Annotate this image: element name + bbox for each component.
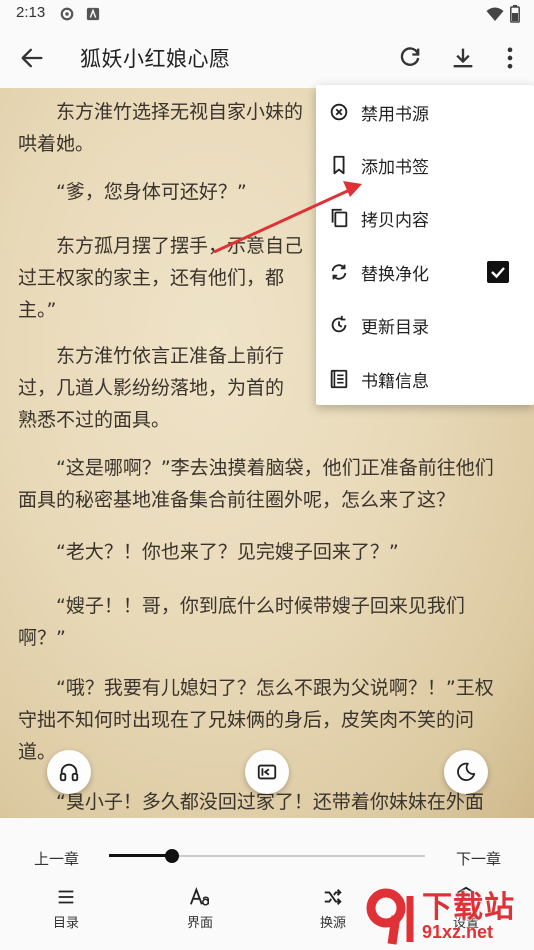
next-chapter-button[interactable]: 下一章 (456, 848, 501, 869)
watermark-logo-icon (366, 888, 414, 945)
book-title: 狐妖小红娘心愿 (80, 47, 231, 71)
menu-item-add-bookmark[interactable]: 添加书签 (316, 138, 534, 191)
list-icon (58, 890, 74, 904)
tab-label: 目录 (52, 916, 79, 931)
block-icon (330, 103, 348, 121)
text-line: “嫂子！！哥，你到底什么时候带嫂子回来见我们 (18, 595, 465, 617)
more-vert-icon[interactable] (496, 44, 524, 72)
refresh-icon[interactable] (396, 44, 424, 72)
menu-item-label: 书籍信息 (361, 372, 429, 392)
menu-item-label: 更新目录 (361, 318, 429, 338)
moon-icon (457, 762, 476, 781)
status-bar: 2:13 (0, 0, 534, 28)
auto-page-icon (257, 764, 277, 780)
night-mode-button[interactable] (444, 750, 488, 794)
paragraph: “这是哪啊？”李去浊摸着脑袋，他们正准备前往他们 面具的秘密基地准备集合前往圈外… (18, 452, 523, 516)
menu-item-label: 拷贝内容 (361, 211, 429, 231)
text-line: 啊？” (18, 627, 66, 649)
wifi-icon (486, 7, 504, 21)
paragraph: “老大？！你也来了？见完嫂子回来了？” (18, 536, 523, 568)
app-status-icon (86, 7, 100, 21)
paragraph: “嫂子！！哥，你到底什么时候带嫂子回来见我们 啊？” (18, 590, 523, 654)
replace-icon (331, 264, 347, 280)
tab-label: 换源 (319, 916, 346, 931)
text-line: “老大？！你也来了？见完嫂子回来了？” (18, 541, 399, 563)
progress-thumb[interactable] (165, 849, 179, 863)
headphones-icon (59, 763, 79, 782)
read-aloud-button[interactable] (47, 750, 91, 794)
menu-item-replace-purify[interactable]: 替换净化 (316, 245, 534, 298)
tab-label: 界面 (186, 916, 213, 931)
battery-icon (510, 5, 520, 23)
menu-item-label: 添加书签 (361, 158, 429, 178)
menu-item-book-info[interactable]: 书籍信息 (316, 352, 534, 405)
tab-interface[interactable]: 界面 (170, 886, 230, 936)
check-icon (491, 267, 505, 279)
tab-change-source[interactable]: 换源 (303, 886, 363, 936)
text-line: “哦？我要有儿媳妇了？怎么不跟为父说啊？！”王权 (18, 677, 494, 699)
status-time: 2:13 (16, 4, 46, 21)
app-bar: 狐妖小红娘心愿 (0, 28, 534, 88)
menu-item-copy-content[interactable]: 拷贝内容 (316, 191, 534, 244)
shuffle-icon (324, 889, 342, 905)
copy-icon (331, 208, 348, 228)
menu-item-disable-source[interactable]: 禁用书源 (316, 85, 534, 138)
refresh-toc-icon (331, 315, 347, 333)
overflow-menu: 禁用书源 添加书签 拷贝内容 替换净化 更新目录 书籍信息 (316, 85, 534, 405)
prev-chapter-button[interactable]: 上一章 (34, 848, 79, 869)
menu-item-update-toc[interactable]: 更新目录 (316, 298, 534, 351)
settings-status-icon (60, 7, 74, 21)
back-arrow-icon[interactable] (18, 44, 46, 72)
text-line: 面具的秘密基地准备集合前往圈外呢，怎么来了这？ (18, 489, 456, 511)
download-icon[interactable] (449, 44, 477, 72)
auto-page-button[interactable] (245, 750, 289, 794)
watermark-text: 下载站 (422, 890, 515, 925)
watermark: 下载站 91xz.net (362, 882, 534, 950)
progress-fill (109, 854, 172, 857)
book-info-icon (330, 369, 348, 389)
menu-item-label: 禁用书源 (361, 105, 429, 125)
menu-item-label: 替换净化 (361, 265, 429, 285)
text-line: 守拙不知何时出现在了兄妹俩的身后，皮笑肉不笑的问 (18, 709, 475, 731)
tab-toc[interactable]: 目录 (36, 886, 96, 936)
replace-purify-checkbox[interactable] (487, 261, 509, 283)
watermark-url: 91xz.net (422, 922, 494, 942)
bookmark-icon (333, 155, 345, 175)
text-style-icon (189, 887, 209, 906)
text-line: 熟悉不过的面具。 (18, 409, 171, 431)
text-line: “这是哪啊？”李去浊摸着脑袋，他们正准备前往他们 (18, 457, 494, 479)
